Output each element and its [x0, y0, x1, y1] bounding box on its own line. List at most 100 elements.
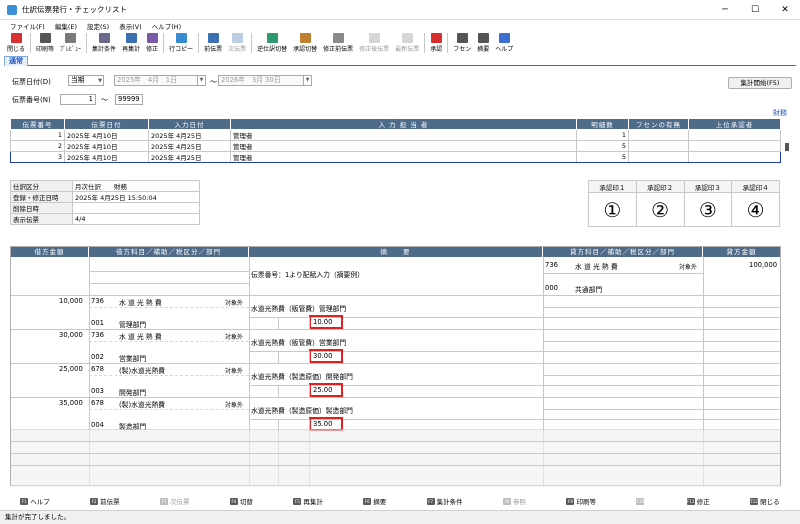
fkey-f11[interactable]: F11 修正 [686, 496, 710, 506]
toolbar-button-0[interactable]: 閉じる [4, 31, 28, 55]
date-to-input[interactable]: 2026年 3月 30日 [218, 75, 304, 86]
fkey-f9[interactable]: F9 印刷等 [566, 496, 596, 506]
function-key-bar: F1 ヘルプ F2 前伝票 F3 次伝票 F4 切替 F5 再集計 F6 摘要 F7 集計条件 F8 参照 F9… [0, 494, 800, 508]
voucher-cell [688, 140, 781, 152]
date-from-input[interactable]: 2025年 4月 1日 [114, 75, 198, 86]
voucher-cell: 5 [576, 140, 629, 152]
toolbar-separator [424, 33, 426, 53]
fkey-label: ヘルプ [30, 498, 50, 506]
toolbar-label: 前伝票 [204, 46, 223, 53]
fkey-f6[interactable]: F6 摘要 [363, 496, 386, 506]
voucher-cell: 2025年 4月10日 [64, 140, 149, 152]
ratio-field[interactable]: 25.00 [309, 383, 343, 397]
voucher-row[interactable]: 1 2025年 4月10日 2025年 4月25日 管理者 1 [10, 129, 781, 141]
toolbar-button-7[interactable]: 前伝票 [201, 31, 225, 55]
fkey-icon: F11 [686, 497, 695, 505]
fkey-f12[interactable]: F12 閉じる [750, 496, 780, 506]
minimize-button[interactable]: ─ [710, 0, 740, 20]
fkey-f2[interactable]: F2 前伝票 [90, 496, 120, 506]
col-memo: 摘 要 [249, 247, 543, 257]
date-from-dropdown-icon[interactable]: ▼ [197, 75, 206, 86]
debit-amount: 10,000 [59, 297, 83, 305]
toolbar-button-15[interactable]: フセン [450, 31, 474, 55]
row-line [11, 441, 780, 442]
toolbar-button-8[interactable]: 次伝票 [225, 31, 249, 55]
fkey-f8[interactable]: F8 参照 [503, 496, 526, 506]
close-window-button[interactable]: ✕ [770, 0, 800, 20]
toolbar-button-3[interactable]: 集計条件 [89, 31, 119, 55]
info-key: 表示伝票 [10, 213, 73, 225]
toolbar-button-4[interactable]: 再集計 [119, 31, 143, 55]
ratio-field[interactable]: 30.00 [309, 349, 343, 363]
fkey-icon: F10 [636, 497, 645, 505]
menu-bar: ファイル(F) 編集(E) 設定(S) 表示(V) ヘルプ(H) [0, 20, 800, 31]
menu-view[interactable]: 表示(V) [119, 21, 142, 31]
row-line [543, 385, 780, 386]
fkey-icon: F1 [20, 497, 29, 505]
voucher-cell [688, 151, 781, 163]
voucher-row[interactable]: 3 2025年 4月10日 2025年 4月25日 管理者 5 [10, 151, 781, 163]
maximize-button[interactable]: ☐ [740, 0, 770, 20]
date-label: 伝票日付(D) [12, 78, 51, 86]
close-icon [10, 33, 22, 43]
fkey-f5[interactable]: F5 再集計 [293, 496, 323, 506]
approval-stamp[interactable]: ① [588, 192, 637, 227]
toolbar-button-1[interactable]: 印刷等 [33, 31, 57, 55]
run-aggregate-button[interactable]: 集計開始(F5) [728, 77, 792, 89]
toolbar-button-12[interactable]: 修正後伝票 [356, 31, 392, 55]
toolbar-button-14[interactable]: 承認 [427, 31, 445, 55]
approval-header: 承認印３ [683, 180, 733, 193]
debit-tax: 対象外 [225, 368, 244, 375]
tab-normal[interactable]: 通常 [4, 56, 28, 66]
toolbar: 閉じる 印刷等 ﾌﾟﾚﾋﾞｭｰ 集計条件 再集計 修正 行コピー 前伝票 次伝票 逆仕訳切替 承認切… [4, 31, 796, 55]
debit-tax: 対象外 [225, 402, 244, 409]
approval-stamp[interactable]: ④ [731, 192, 780, 227]
toolbar-button-10[interactable]: 承認切替 [290, 31, 320, 55]
toolbar-button-5[interactable]: 修正 [143, 31, 161, 55]
info-value: 2025年 4月25日 15:50:04 [72, 191, 200, 203]
menu-settings[interactable]: 設定(S) [87, 21, 109, 31]
voucher-row[interactable]: 2 2025年 4月10日 2025年 4月25日 管理者 5 [10, 140, 781, 152]
approval-stamp[interactable]: ③ [683, 192, 733, 227]
toolbar-button-2[interactable]: ﾌﾟﾚﾋﾞｭｰ [57, 31, 84, 55]
date-mode-select[interactable]: 当期 [68, 75, 104, 86]
toolbar-button-11[interactable]: 修正前伝票 [320, 31, 356, 55]
voucher-cell: 2025年 4月10日 [64, 151, 149, 163]
fkey-f7[interactable]: F7 集計条件 [426, 496, 463, 506]
credit-dept-code: 000 [545, 284, 558, 292]
toolbar-button-17[interactable]: ヘルプ [492, 31, 516, 55]
toolbar-button-9[interactable]: 逆仕訳切替 [254, 31, 290, 55]
fkey-f4[interactable]: F4 切替 [229, 496, 253, 506]
number-to-input[interactable]: 99999 [115, 94, 143, 105]
fkey-f10[interactable]: F10 [636, 497, 646, 505]
toolbar-button-13[interactable]: 最新伝票 [392, 31, 422, 55]
menu-help[interactable]: ヘルプ(H) [152, 21, 181, 31]
menu-file[interactable]: ファイル(F) [10, 21, 45, 31]
fkey-label: 次伝票 [170, 498, 190, 506]
debit-dept: 開発部門 [119, 389, 147, 397]
row-line [89, 271, 249, 272]
preview-icon [65, 33, 77, 43]
credit-account-name: 水 道 光 熱 費 [575, 263, 618, 271]
date-to-dropdown-icon[interactable]: ▼ [303, 75, 312, 86]
toolbar-button-16[interactable]: 摘要 [474, 31, 492, 55]
debit-dept-code: 002 [91, 353, 104, 361]
col-divider [278, 317, 279, 329]
approval-stamp[interactable]: ② [635, 192, 685, 227]
row-line [543, 419, 780, 420]
voucher-cell: 1 [576, 129, 629, 141]
toolbar-button-6[interactable]: 行コピー [166, 31, 196, 55]
voucher-cell: 管理者 [230, 151, 577, 163]
number-from-input[interactable]: 1 [60, 94, 96, 105]
menu-edit[interactable]: 編集(E) [55, 21, 77, 31]
toolbar-separator [447, 33, 449, 53]
fkey-f3[interactable]: F3 次伝票 [160, 496, 190, 506]
voucher-cell [688, 129, 781, 141]
fkey-f1[interactable]: F1 ヘルプ [20, 496, 50, 506]
toolbar-label: 行コピー [169, 46, 194, 53]
sticky-icon [456, 33, 468, 43]
department-link[interactable]: 財務 [773, 108, 787, 118]
list-scrollbar[interactable] [785, 143, 789, 151]
voucher-cell: 2025年 4月25日 [148, 129, 231, 141]
ratio-field[interactable]: 10.00 [309, 315, 343, 329]
